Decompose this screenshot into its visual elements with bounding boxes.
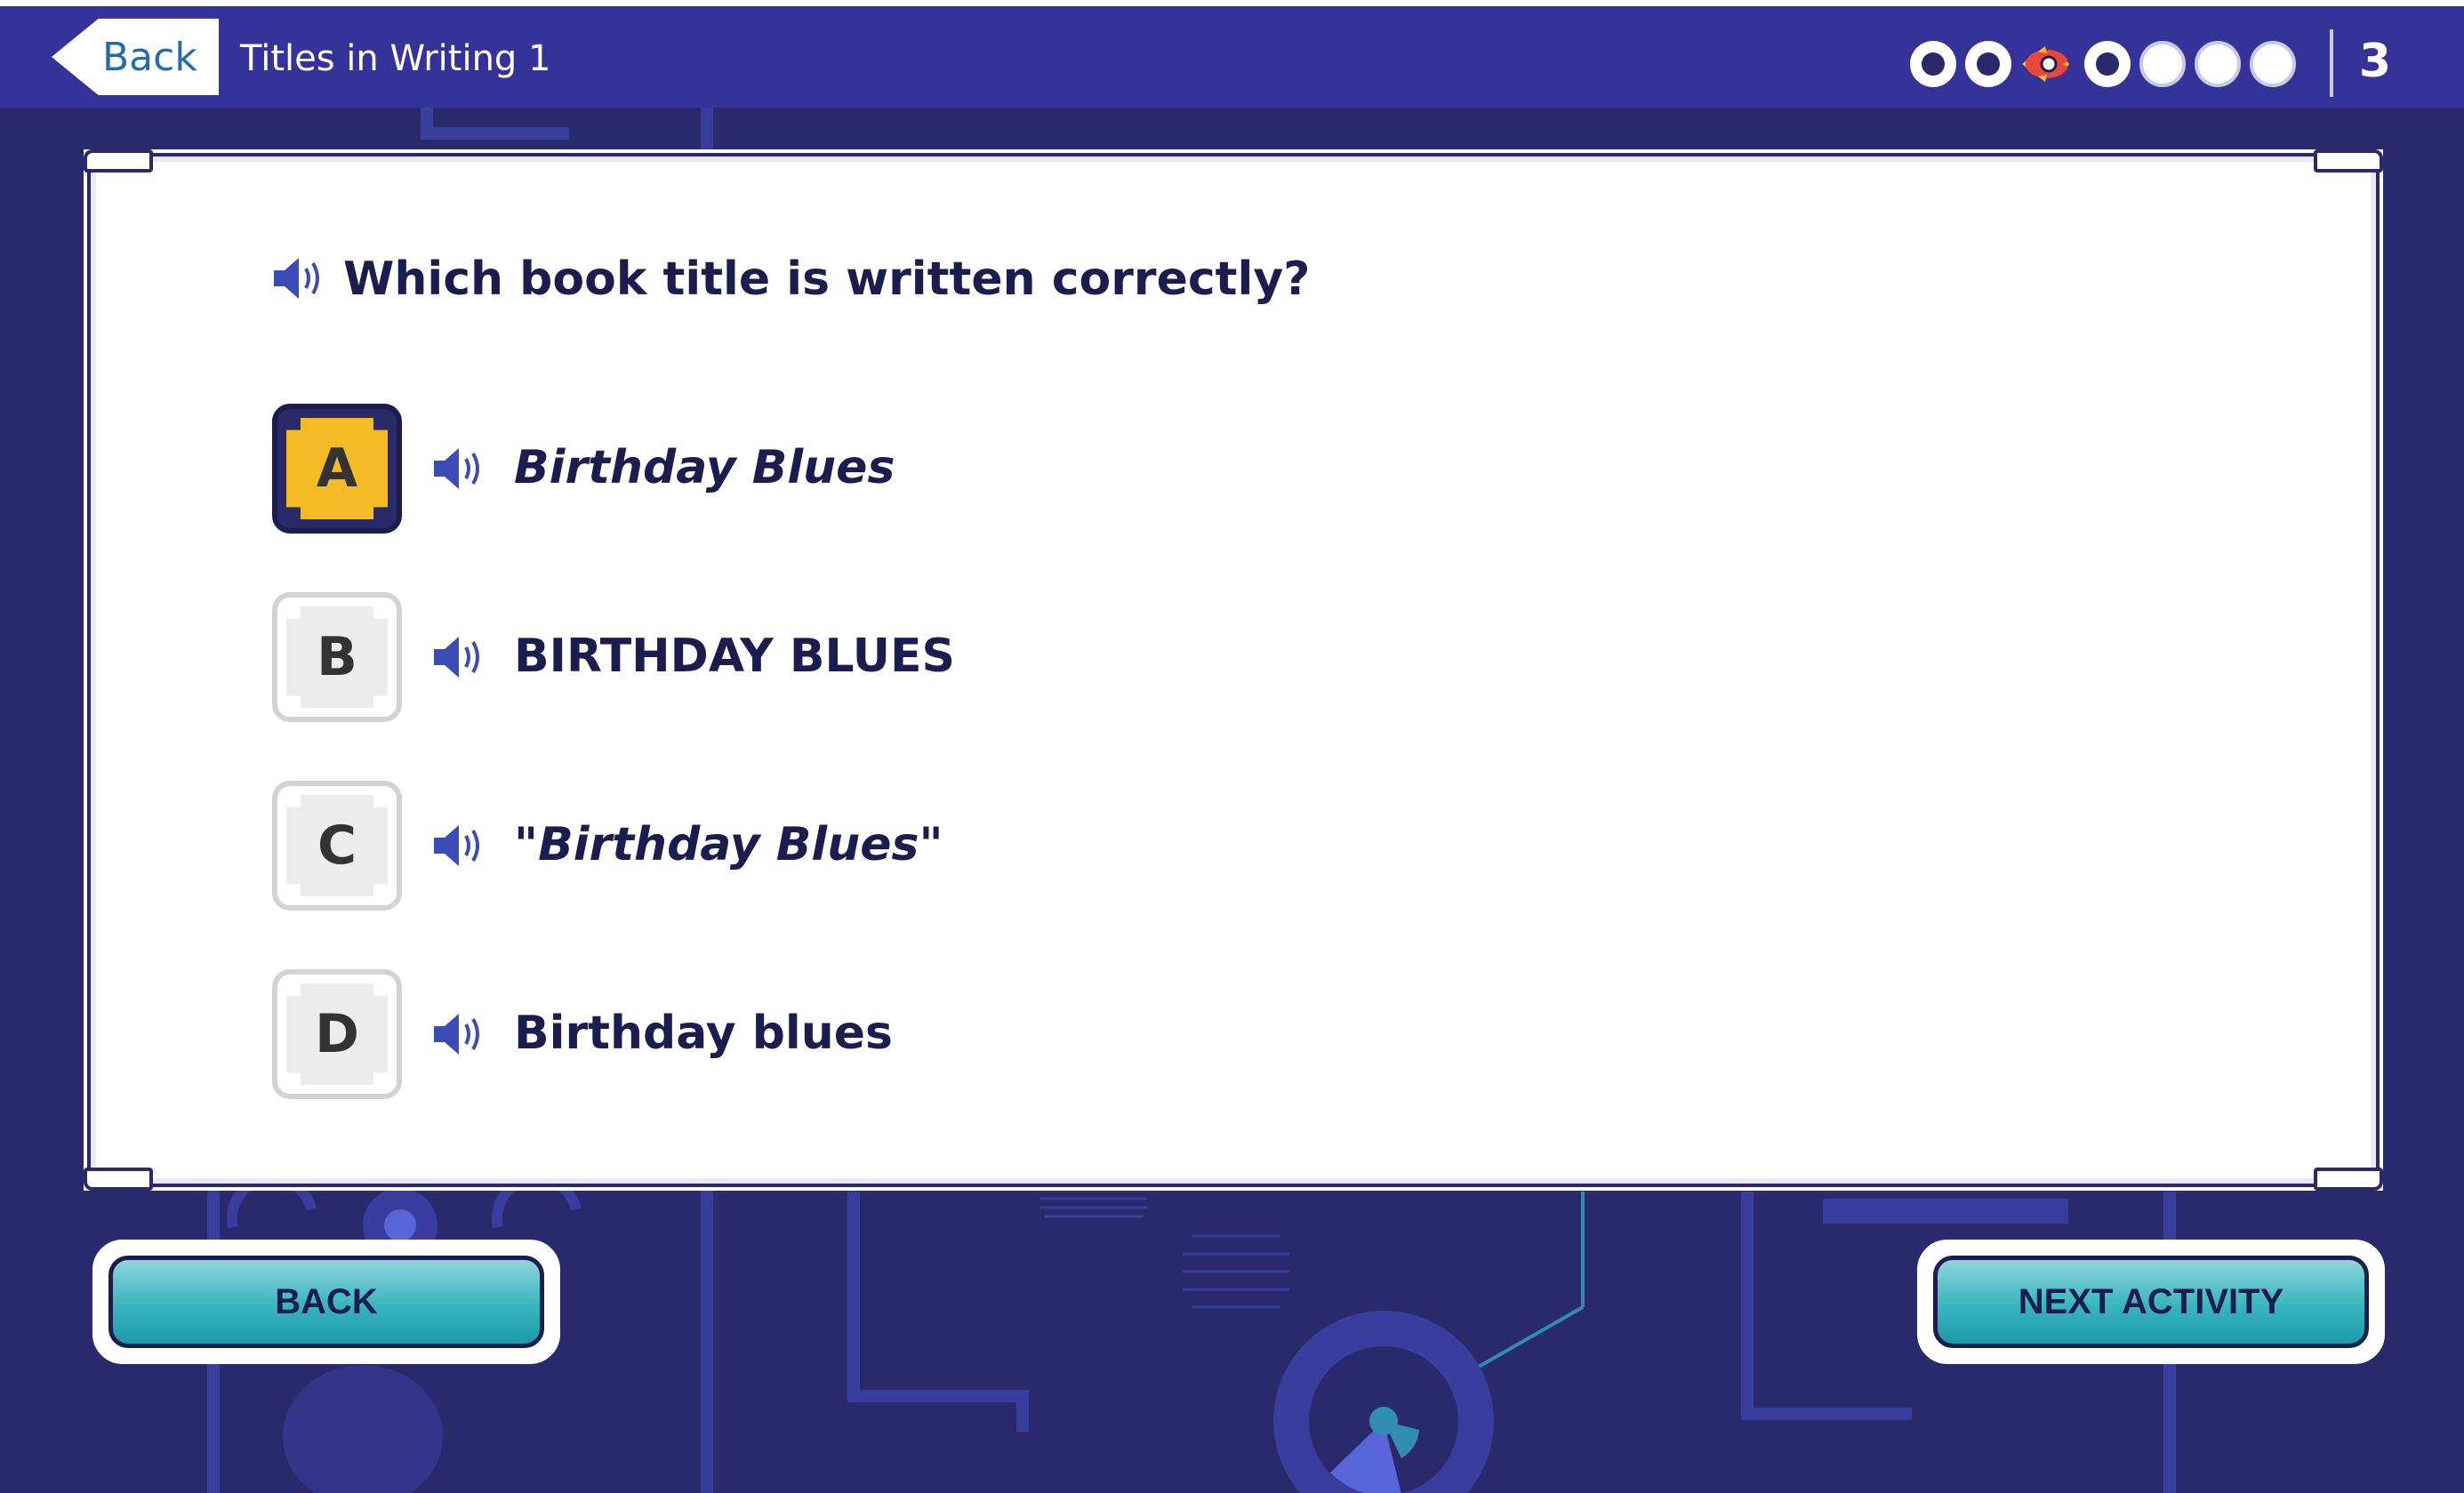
answer-option-a[interactable]: A Birthday Blues [272, 404, 1072, 534]
answer-option-c[interactable]: C "Birthday Blues" [272, 781, 1072, 911]
question-text: Which book title is written correctly? [343, 253, 1311, 306]
lesson-title: Titles in Writing 1 [240, 38, 551, 79]
card-corner [2314, 149, 2383, 173]
option-text: BIRTHDAY BLUES [514, 630, 955, 683]
top-border [0, 0, 2464, 6]
answer-option-b[interactable]: B BIRTHDAY BLUES [272, 592, 1072, 722]
speaker-icon[interactable] [432, 822, 486, 870]
option-letter: C [317, 815, 357, 877]
next-activity-button[interactable]: NEXT ACTIVITY [1917, 1240, 2385, 1364]
progress-step-completed [1965, 41, 2011, 87]
progress-step-pending [2139, 41, 2186, 87]
back-nav-label[interactable]: Back [102, 38, 197, 77]
option-text: Birthday Blues [514, 441, 895, 494]
back-button-label[interactable]: BACK [98, 1245, 555, 1359]
option-letter-badge: B [272, 592, 402, 722]
option-letter: A [316, 437, 358, 500]
next-activity-button-label[interactable]: NEXT ACTIVITY [1922, 1245, 2380, 1359]
progress-step-pending [2195, 41, 2241, 87]
option-text: "Birthday Blues" [514, 818, 943, 871]
option-letter: D [315, 1003, 359, 1065]
rocket-icon [2020, 41, 2069, 87]
option-letter: B [317, 626, 357, 688]
header-divider [2330, 29, 2333, 97]
option-letter-badge: A [272, 404, 402, 534]
speaker-icon[interactable] [432, 1010, 486, 1058]
option-letter-badge: C [272, 781, 402, 911]
speaker-icon[interactable] [432, 633, 486, 681]
progress-step-completed [2084, 41, 2131, 87]
option-text: Birthday blues [514, 1007, 893, 1060]
back-button[interactable]: BACK [92, 1240, 560, 1364]
top-bar: Back Titles in Writing 1 3 [0, 6, 2464, 108]
progress-step-completed [1910, 41, 1956, 87]
speaker-icon[interactable] [432, 445, 486, 493]
option-letter-badge: D [272, 969, 402, 1099]
speaker-icon[interactable] [272, 254, 325, 302]
card-corner [84, 1168, 153, 1191]
card-corner [2314, 1168, 2383, 1191]
card-corner [84, 149, 153, 173]
score-counter: 3 [2358, 35, 2392, 88]
progress-step-pending [2250, 41, 2296, 87]
answer-option-d[interactable]: D Birthday blues [272, 969, 1072, 1099]
